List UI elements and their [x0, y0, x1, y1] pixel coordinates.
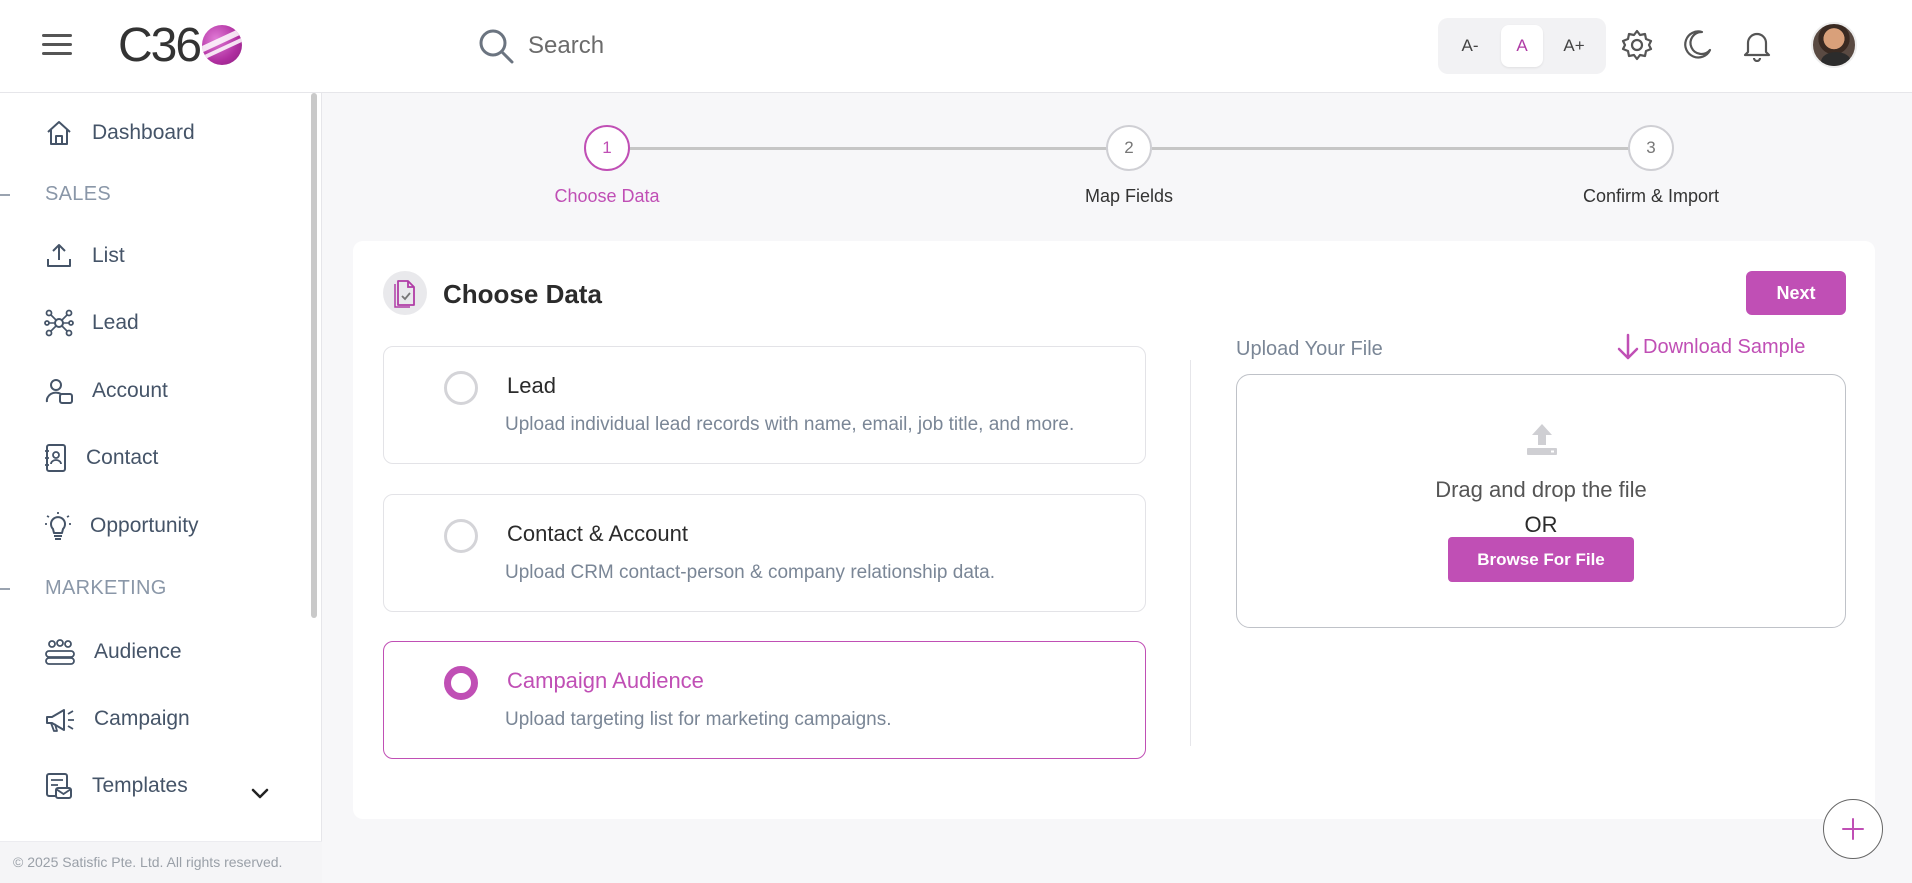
upload-tray-icon [1527, 424, 1557, 455]
font-increase-button[interactable]: A+ [1553, 25, 1595, 67]
step-connector [630, 147, 1108, 150]
home-icon [47, 121, 71, 145]
user-card-icon [45, 379, 73, 404]
gear-icon[interactable] [1620, 28, 1654, 62]
option-lead[interactable]: Lead Upload individual lead records with… [383, 346, 1146, 464]
plus-icon [1842, 818, 1864, 840]
sidebar-item-opportunity[interactable]: Opportunity [44, 511, 199, 541]
step-2-indicator: 2 [1106, 125, 1152, 171]
user-avatar[interactable] [1811, 22, 1857, 68]
lightbulb-icon [45, 512, 71, 540]
step-3-label: Confirm & Import [1582, 186, 1720, 206]
step-1-label: Choose Data [554, 186, 660, 206]
sidebar-item-campaign[interactable]: Campaign [44, 704, 190, 734]
option-description: Upload CRM contact-person & company rela… [505, 562, 996, 583]
sidebar-item-account[interactable]: Account [44, 376, 168, 406]
people-icon [45, 639, 75, 665]
sidebar-item-label: Lead [92, 311, 139, 334]
radio-lead[interactable] [444, 371, 478, 405]
megaphone-icon [46, 709, 74, 732]
download-sample-label: Download Sample [1643, 335, 1806, 358]
sidebar-item-list[interactable]: List [44, 241, 125, 271]
option-title: Lead [507, 373, 556, 398]
font-decrease-button[interactable]: A- [1449, 25, 1491, 67]
add-fab-button[interactable] [1823, 799, 1883, 859]
template-icon [46, 773, 72, 799]
option-title: Contact & Account [507, 521, 688, 546]
radio-campaign-audience[interactable] [444, 666, 478, 700]
moon-icon[interactable] [1680, 28, 1714, 62]
sidebar-item-templates[interactable]: Templates [44, 771, 188, 801]
choose-data-card: Choose Data Next Lead Upload individual … [353, 241, 1875, 819]
sidebar-item-label: Dashboard [92, 121, 195, 144]
option-campaign-audience[interactable]: Campaign Audience Upload targeting list … [383, 641, 1146, 759]
option-description: Upload targeting list for marketing camp… [505, 709, 892, 730]
step-2-label: Map Fields [1084, 186, 1174, 206]
font-size-toggle: A- A A+ [1438, 18, 1606, 74]
sidebar-item-label: Opportunity [90, 514, 199, 537]
logo-text: C36 [118, 18, 202, 72]
chevron-down-icon[interactable] [250, 783, 270, 803]
search-bar[interactable]: Search [476, 26, 604, 66]
sidebar-item-label: Templates [92, 774, 188, 797]
sidebar-item-dashboard[interactable]: Dashboard [44, 118, 195, 148]
radio-contact-account[interactable] [444, 519, 478, 553]
search-icon [479, 29, 514, 64]
app-logo[interactable]: C36 [118, 18, 243, 72]
arrow-down-icon [1617, 333, 1639, 360]
option-contact-account[interactable]: Contact & Account Upload CRM contact-per… [383, 494, 1146, 612]
section-divider [0, 588, 10, 590]
logo-globe-icon [202, 25, 243, 65]
option-description: Upload individual lead records with name… [505, 414, 1075, 435]
next-button[interactable]: Next [1746, 271, 1846, 315]
sidebar-item-label: Contact [86, 446, 159, 469]
upload-icon [47, 244, 71, 267]
option-title: Campaign Audience [507, 668, 704, 693]
top-header: C36 Search A- A A+ [0, 0, 1912, 93]
document-check-icon [383, 271, 427, 315]
section-divider [0, 194, 10, 196]
step-1-indicator: 1 [584, 125, 630, 171]
upload-label: Upload Your File [1236, 338, 1383, 360]
section-heading-sales: SALES [45, 183, 111, 205]
drop-instructions: Drag and drop the file [1435, 477, 1647, 502]
file-drop-zone[interactable]: Drag and drop the file OR Browse For Fil… [1236, 374, 1846, 628]
sidebar-item-label: Audience [94, 640, 182, 663]
vertical-divider [1190, 360, 1191, 746]
sidebar-item-audience[interactable]: Audience [44, 637, 182, 667]
download-sample-link[interactable]: Download Sample [1615, 333, 1805, 361]
step-3-indicator: 3 [1628, 125, 1674, 171]
sidebar: Dashboard SALES List Lead Account Contac… [0, 93, 322, 883]
search-input[interactable]: Search [528, 32, 604, 60]
sidebar-item-label: List [92, 244, 125, 267]
section-heading-marketing: MARKETING [45, 577, 167, 599]
font-default-button[interactable]: A [1501, 25, 1543, 67]
menu-icon[interactable] [42, 34, 72, 56]
network-icon [44, 309, 74, 337]
step-connector [1152, 147, 1630, 150]
browse-file-button[interactable]: Browse For File [1448, 537, 1634, 582]
sidebar-scrollbar[interactable] [311, 93, 317, 618]
sidebar-item-lead[interactable]: Lead [44, 308, 139, 338]
card-title: Choose Data [443, 279, 602, 309]
sidebar-item-contact[interactable]: Contact [44, 443, 158, 473]
copyright-footer: © 2025 Satisfic Pte. Ltd. All rights res… [0, 841, 322, 883]
bell-icon[interactable] [1740, 28, 1774, 62]
contact-book-icon [45, 444, 66, 472]
sidebar-item-label: Account [92, 379, 168, 402]
or-separator: OR [1524, 512, 1558, 537]
sidebar-item-label: Campaign [94, 707, 190, 730]
